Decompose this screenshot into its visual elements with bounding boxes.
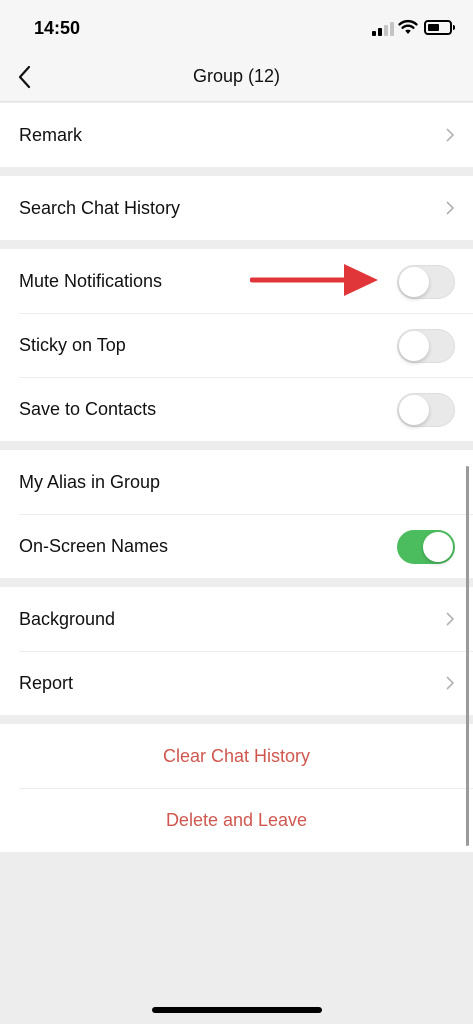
save-to-contacts-label: Save to Contacts — [19, 398, 157, 419]
delete-and-leave-button[interactable]: Delete and Leave — [0, 788, 473, 852]
my-alias-row[interactable]: My Alias in Group — [0, 450, 473, 514]
clear-chat-history-label: Clear Chat History — [162, 745, 311, 766]
save-to-contacts-toggle[interactable] — [397, 393, 455, 427]
background-row[interactable]: Background — [0, 587, 473, 651]
sticky-on-top-label: Sticky on Top — [19, 334, 126, 355]
chevron-right-icon — [446, 128, 455, 142]
clear-chat-history-button[interactable]: Clear Chat History — [0, 724, 473, 788]
page-title: Group (12) — [192, 66, 281, 86]
search-chat-history-label: Search Chat History — [19, 197, 181, 218]
red-arrow-annotation — [250, 264, 378, 296]
wifi-icon — [398, 19, 418, 34]
my-alias-label: My Alias in Group — [19, 471, 161, 492]
navigation-bar: Group (12) — [0, 54, 473, 102]
search-section: Search Chat History — [0, 176, 473, 240]
cellular-signal-icon — [372, 22, 394, 36]
on-screen-names-label: On-Screen Names — [19, 535, 169, 556]
remark-section: Remark — [0, 103, 473, 167]
on-screen-names-row: On-Screen Names — [0, 514, 473, 578]
remark-label: Remark — [19, 124, 83, 145]
status-time: 14:50 — [34, 18, 81, 38]
search-chat-history-row[interactable]: Search Chat History — [0, 176, 473, 240]
chevron-right-icon — [446, 676, 455, 690]
mute-notifications-label: Mute Notifications — [19, 270, 163, 291]
chevron-right-icon — [446, 612, 455, 626]
scroll-indicator — [466, 466, 469, 846]
report-row[interactable]: Report — [0, 651, 473, 715]
mute-notifications-toggle[interactable] — [397, 265, 455, 299]
background-label: Background — [19, 608, 116, 629]
sticky-on-top-row: Sticky on Top — [0, 313, 473, 377]
background-section: Background Report — [0, 587, 473, 715]
remark-row[interactable]: Remark — [0, 103, 473, 167]
report-label: Report — [19, 672, 74, 693]
toggle-section: Mute Notifications Sticky on Top Save to… — [0, 249, 473, 441]
battery-icon — [424, 20, 455, 35]
danger-section: Clear Chat History Delete and Leave — [0, 724, 473, 852]
home-indicator — [152, 1007, 322, 1013]
save-to-contacts-row: Save to Contacts — [0, 377, 473, 441]
delete-and-leave-label: Delete and Leave — [165, 809, 308, 830]
on-screen-names-toggle[interactable] — [397, 530, 455, 564]
mute-notifications-row: Mute Notifications — [0, 249, 473, 313]
sticky-on-top-toggle[interactable] — [397, 329, 455, 363]
chevron-right-icon — [446, 201, 455, 215]
alias-section: My Alias in Group On-Screen Names — [0, 450, 473, 578]
status-bar: 14:50 — [0, 0, 473, 54]
